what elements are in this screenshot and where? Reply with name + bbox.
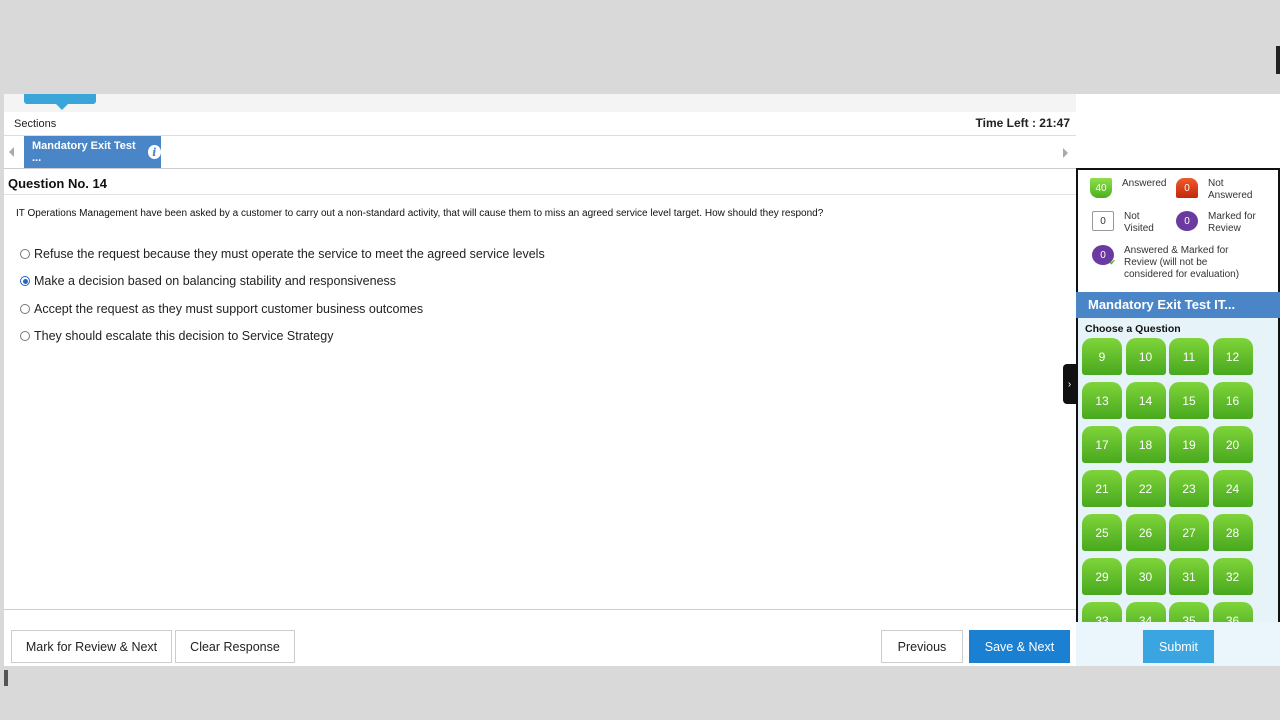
scroll-right-icon[interactable]	[1063, 148, 1068, 158]
question-button[interactable]: 28	[1212, 514, 1253, 551]
question-button[interactable]: 20	[1212, 426, 1253, 463]
scroll-left-icon[interactable]	[9, 147, 14, 157]
question-button[interactable]: 16	[1212, 382, 1253, 419]
exam-frame: Sections Time Left : 21:47 Mandatory Exi…	[4, 94, 1280, 666]
option-2[interactable]: Make a decision based on balancing stabi…	[20, 268, 545, 296]
question-button[interactable]: 25	[1082, 514, 1122, 551]
option-3-label: Accept the request as they must support …	[34, 301, 424, 316]
question-palette: Choose a Question 9 10 11 12 13 14 15 16 17 18 19 2…	[1076, 318, 1280, 622]
question-button[interactable]: 10	[1125, 338, 1166, 375]
option-4-label: They should escalate this decision to Se…	[34, 329, 334, 344]
choose-question-label: Choose a Question	[1085, 323, 1181, 335]
question-button[interactable]: 21	[1082, 470, 1122, 507]
question-button[interactable]: 18	[1125, 426, 1166, 463]
question-button[interactable]: 36	[1212, 602, 1253, 622]
question-button[interactable]: 32	[1212, 558, 1253, 595]
group-tab[interactable]	[24, 94, 96, 110]
palette-section-title: Mandatory Exit Test IT...	[1076, 292, 1280, 318]
save-next-button[interactable]: Save & Next	[969, 630, 1070, 663]
question-button[interactable]: 12	[1212, 338, 1253, 375]
tab-mandatory-exit-test[interactable]: Mandatory Exit Test ... i	[24, 136, 161, 168]
question-button[interactable]: 30	[1125, 558, 1166, 595]
question-button[interactable]: 15	[1169, 382, 1209, 419]
option-4[interactable]: They should escalate this decision to Se…	[20, 323, 545, 351]
question-button[interactable]: 31	[1169, 558, 1209, 595]
answered-marked-badge: 0	[1092, 245, 1116, 267]
question-button[interactable]: 35	[1169, 602, 1209, 622]
legend-answered: 40 Answered	[1090, 178, 1166, 198]
not-visited-label: Not Visited	[1124, 211, 1154, 234]
chevron-right-icon: ›	[1067, 378, 1072, 390]
not-answered-label: Not Answered	[1208, 178, 1253, 201]
answer-options: Refuse the request because they must ope…	[20, 240, 545, 350]
question-palette-panel: 40 Answered 0 Not Answered 0 Not Visited…	[1076, 94, 1280, 622]
submit-area: Submit	[1076, 622, 1280, 666]
window-scroll-indicator	[1276, 46, 1280, 74]
option-1[interactable]: Refuse the request because they must ope…	[20, 240, 545, 268]
answered-badge: 40	[1090, 178, 1112, 198]
time-left: Time Left : 21:47	[975, 116, 1070, 130]
option-2-label: Make a decision based on balancing stabi…	[34, 274, 397, 289]
question-button[interactable]: 19	[1169, 426, 1209, 463]
marked-badge: 0	[1176, 211, 1198, 231]
legend-answered-marked: 0 Answered & Marked for Review (will not…	[1092, 245, 1277, 281]
option-3[interactable]: Accept the request as they must support …	[20, 295, 545, 323]
status-legend: 40 Answered 0 Not Answered 0 Not Visited…	[1076, 168, 1280, 292]
question-button[interactable]: 22	[1125, 470, 1166, 507]
question-button[interactable]: 26	[1125, 514, 1166, 551]
option-3-radio[interactable]	[20, 303, 30, 314]
question-button[interactable]: 17	[1082, 426, 1122, 463]
question-header: Question No. 14	[4, 171, 1076, 195]
marked-label: Marked for Review	[1208, 211, 1256, 234]
question-button[interactable]: 14	[1125, 382, 1166, 419]
answered-label: Answered	[1122, 178, 1167, 189]
collapse-panel-toggle[interactable]: ›	[1063, 364, 1076, 404]
option-2-radio[interactable]	[20, 276, 30, 287]
question-button[interactable]: 27	[1169, 514, 1209, 551]
sections-row: Sections Time Left : 21:47	[4, 112, 1076, 136]
content-divider	[4, 609, 1076, 610]
sections-label: Sections	[14, 118, 57, 130]
section-tabs-bar: Mandatory Exit Test ... i	[4, 136, 1076, 169]
question-button[interactable]: 11	[1169, 338, 1209, 375]
question-button[interactable]: 33	[1082, 602, 1122, 622]
question-button[interactable]: 23	[1169, 470, 1209, 507]
legend-marked: 0 Marked for Review	[1176, 211, 1276, 235]
question-button[interactable]: 9	[1082, 338, 1122, 375]
answered-marked-label: Answered & Marked for Review (will not b…	[1124, 245, 1240, 280]
mark-review-next-button[interactable]: Mark for Review & Next	[11, 630, 172, 663]
option-1-label: Refuse the request because they must ope…	[34, 246, 545, 261]
candidate-info-area	[1076, 94, 1280, 168]
option-4-radio[interactable]	[20, 331, 30, 342]
previous-button[interactable]: Previous	[881, 630, 963, 663]
clear-response-button[interactable]: Clear Response	[175, 630, 295, 663]
question-grid: 9 10 11 12 13 14 15 16 17 18 19 20 21 22 23 24 25 26 27 28 2…	[1082, 338, 1253, 622]
bottom-scroll-indicator	[4, 670, 8, 686]
top-band	[4, 94, 1076, 112]
not-answered-badge: 0	[1176, 178, 1198, 198]
question-number: Question No. 14	[8, 176, 107, 191]
not-visited-badge: 0	[1092, 211, 1114, 231]
question-button[interactable]: 29	[1082, 558, 1122, 595]
info-icon[interactable]: i	[147, 145, 161, 159]
question-button[interactable]: 34	[1125, 602, 1166, 622]
question-text: IT Operations Management have been asked…	[16, 208, 824, 219]
question-button[interactable]: 24	[1212, 470, 1253, 507]
option-1-radio[interactable]	[20, 248, 30, 259]
legend-not-answered: 0 Not Answered	[1176, 178, 1276, 202]
section-tab-label: Mandatory Exit Test ...	[32, 140, 136, 164]
legend-not-visited: 0 Not Visited	[1092, 211, 1164, 235]
submit-button[interactable]: Submit	[1143, 630, 1214, 663]
question-button[interactable]: 13	[1082, 382, 1122, 419]
